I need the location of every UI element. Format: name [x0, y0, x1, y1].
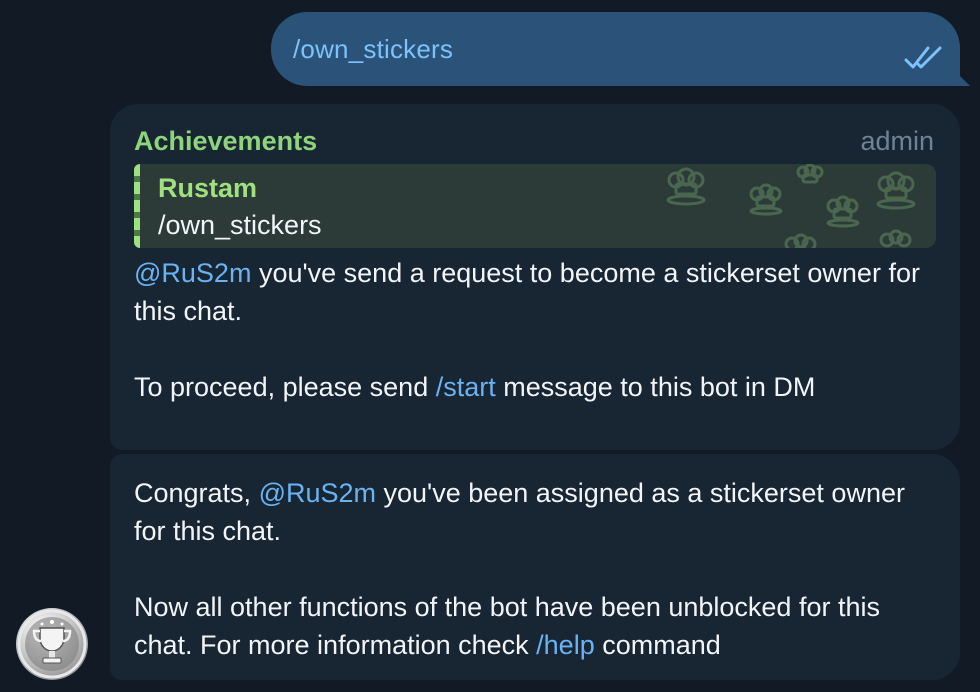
message-text: message to this bot in DM — [495, 372, 816, 402]
bot-avatar[interactable] — [16, 608, 88, 680]
message-paragraph-1: Congrats, @RuS2m you've been assigned as… — [134, 474, 939, 550]
outgoing-bubble-tail — [950, 66, 970, 86]
message-text: Now all other functions of the bot have … — [134, 592, 880, 660]
message-text: command — [594, 630, 721, 660]
double-check-icon — [904, 46, 942, 69]
message-text: To proceed, please send — [134, 372, 436, 402]
sender-name[interactable]: Achievements — [134, 126, 317, 157]
reply-text: /own_stickers — [158, 210, 322, 240]
message-text: Congrats, — [134, 478, 259, 508]
start-command-link[interactable]: /start — [436, 372, 496, 402]
message-paragraph-2: To proceed, please send /start message t… — [134, 368, 939, 406]
message-paragraph-1: @RuS2m you've send a request to become a… — [134, 254, 939, 330]
outgoing-message-text[interactable]: /own_stickers — [293, 34, 453, 65]
user-mention-link[interactable]: @RuS2m — [259, 478, 376, 508]
trophy-icon — [17, 609, 87, 679]
incoming-message-bubble[interactable]: Achievements admin Rustam /own_stickers — [110, 104, 960, 450]
reply-quote[interactable]: Rustam /own_stickers — [134, 164, 936, 248]
message-paragraph-2: Now all other functions of the bot have … — [134, 588, 939, 664]
incoming-message-bubble[interactable]: Congrats, @RuS2m you've been assigned as… — [110, 454, 960, 680]
sender-role-badge: admin — [860, 126, 934, 156]
reply-author: Rustam — [158, 173, 258, 203]
chat-area: /own_stickers Achievements admin Rustam … — [0, 0, 980, 692]
message-text: you've send a request to become a sticke… — [134, 258, 920, 326]
user-mention-link[interactable]: @RuS2m — [134, 258, 251, 288]
chef-hat-pattern-icon — [666, 164, 916, 248]
outgoing-message-bubble[interactable]: /own_stickers — [271, 12, 970, 86]
help-command-link[interactable]: /help — [536, 630, 595, 660]
reply-quote-bar — [134, 164, 140, 248]
